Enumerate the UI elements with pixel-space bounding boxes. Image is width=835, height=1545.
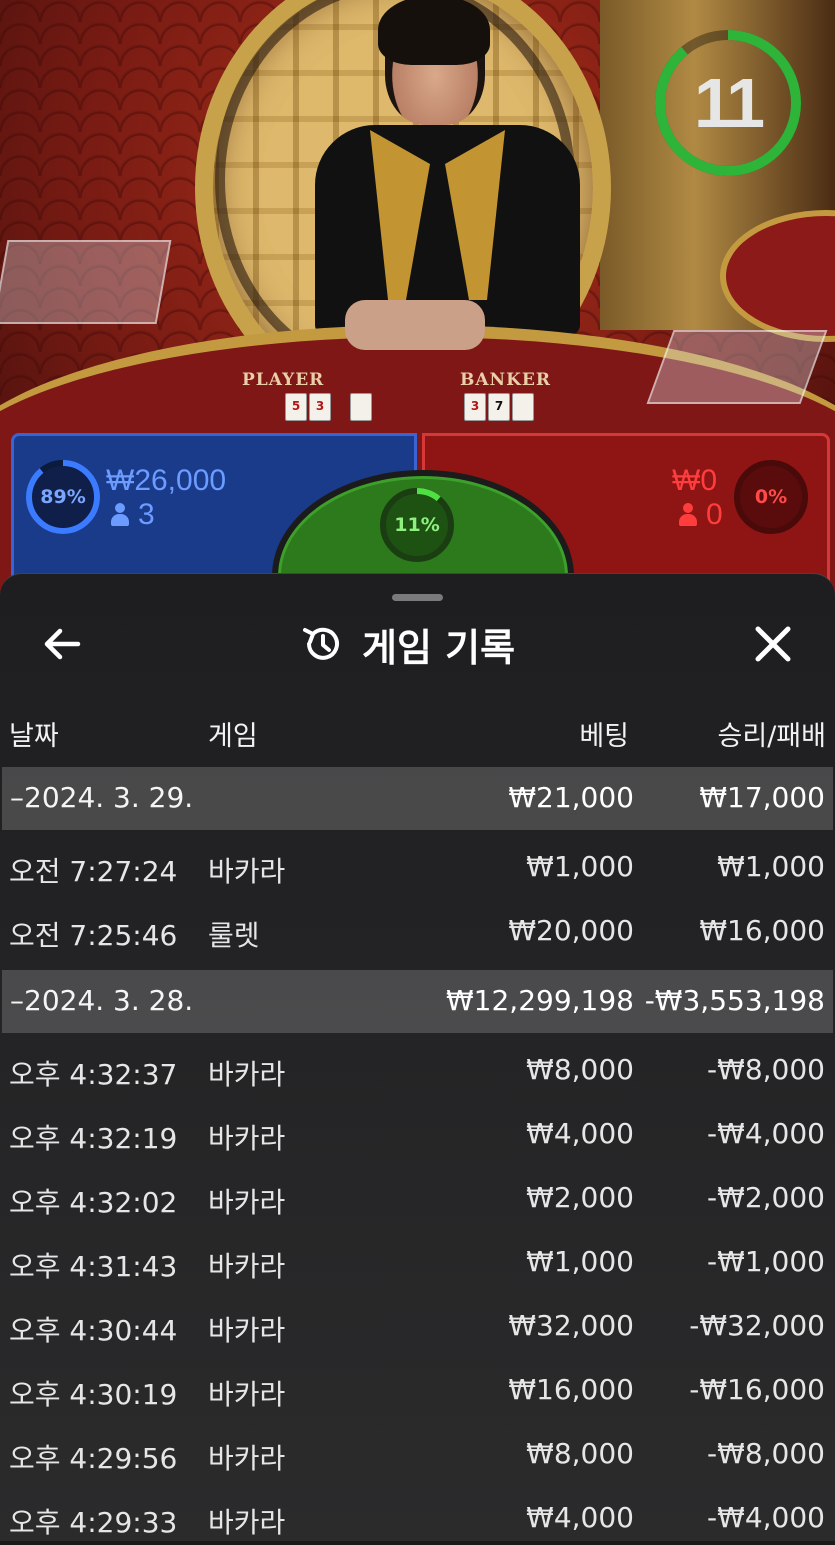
history-row-bet: ₩32,000: [508, 1309, 634, 1342]
history-row-result: ₩16,000: [699, 914, 825, 947]
banker-card: 3: [464, 393, 486, 421]
history-row-bet: ₩1,000: [526, 1245, 634, 1278]
history-row-bet: ₩1,000: [526, 850, 634, 883]
player-card-back: [350, 393, 372, 421]
history-row-game: 바카라: [208, 1314, 286, 1347]
history-row-game: 바카라: [208, 1442, 286, 1475]
history-row-result: -₩8,000: [707, 1437, 825, 1470]
history-row[interactable]: 오후 4:29:33 바카라 ₩4,000 -₩4,000: [0, 1481, 835, 1545]
history-row-game: 바카라: [208, 1058, 286, 1091]
close-button[interactable]: [748, 620, 798, 668]
history-row-game: 바카라: [208, 1506, 286, 1539]
date-group-label: –2024. 3. 28.: [10, 984, 194, 1017]
dealer-hands: [345, 300, 485, 350]
history-clock-icon: [303, 627, 339, 660]
history-row[interactable]: 오후 4:32:19 바카라 ₩4,000 -₩4,000: [0, 1097, 835, 1161]
date-group-bet-total: ₩21,000: [508, 781, 634, 814]
history-row[interactable]: 오후 4:32:02 바카라 ₩2,000 -₩2,000: [0, 1161, 835, 1225]
history-row-time: 오후 4:32:37: [9, 1058, 178, 1091]
table-label-player: PLAYER: [242, 370, 325, 390]
sheet-drag-handle[interactable]: [392, 594, 443, 601]
history-row-game: 바카라: [208, 1378, 286, 1411]
history-row-game: 바카라: [208, 1186, 286, 1219]
countdown-number: 11: [694, 64, 765, 142]
history-row-bet: ₩8,000: [526, 1437, 634, 1470]
history-row-game: 바카라: [208, 855, 286, 888]
date-group-label: –2024. 3. 29.: [10, 781, 194, 814]
history-row-result: -₩32,000: [689, 1309, 825, 1342]
history-row-bet: ₩16,000: [508, 1373, 634, 1406]
banker-percent: 0%: [754, 486, 788, 508]
banker-card-back: [512, 393, 534, 421]
history-row-result: -₩8,000: [707, 1053, 825, 1086]
banker-card: 7: [488, 393, 510, 421]
sheet-title-text: 게임 기록: [362, 625, 516, 670]
history-row-time: 오후 4:31:43: [9, 1250, 178, 1283]
history-row[interactable]: 오후 4:29:56 바카라 ₩8,000 -₩8,000: [0, 1417, 835, 1481]
history-row-time: 오후 4:30:44: [9, 1314, 178, 1347]
history-row-result: -₩2,000: [707, 1181, 825, 1214]
sheet-title: 게임 기록: [300, 618, 515, 670]
history-row-time: 오후 4:29:33: [9, 1506, 178, 1539]
history-row-bet: ₩8,000: [526, 1053, 634, 1086]
date-group-bet-total: ₩12,299,198: [445, 984, 634, 1017]
banker-bettor-count: 0: [678, 498, 723, 532]
history-row-time: 오후 4:32:02: [9, 1186, 178, 1219]
date-group-row[interactable]: –2024. 3. 28. ₩12,299,198 -₩3,553,198: [2, 970, 833, 1033]
history-row-time: 오후 4:30:19: [9, 1378, 178, 1411]
history-row-result: -₩4,000: [707, 1117, 825, 1150]
column-header-date: 날짜: [9, 721, 59, 752]
player-card: 5: [285, 393, 307, 421]
person-icon: [110, 503, 130, 527]
history-row-game: 바카라: [208, 1122, 286, 1155]
table-label-banker: BANKER: [460, 370, 551, 390]
history-row-time: 오전 7:27:24: [9, 855, 178, 888]
history-row-game: 룰렛: [208, 919, 260, 952]
column-header-bet: 베팅: [579, 721, 629, 752]
history-row-time: 오후 4:29:56: [9, 1442, 178, 1475]
history-row[interactable]: 오후 4:32:37 바카라 ₩8,000 -₩8,000: [0, 1033, 835, 1097]
history-row[interactable]: 오전 7:25:46 룰렛 ₩20,000 ₩16,000: [0, 894, 835, 958]
player-bettor-count: 3: [110, 498, 155, 532]
game-history-sheet: 게임 기록 날짜 게임 베팅 승리/패배 –2024. 3. 29. ₩21,00…: [0, 573, 835, 1541]
history-row-bet: ₩20,000: [508, 914, 634, 947]
tie-percent: 11%: [394, 514, 440, 536]
card-shoe-left: [0, 240, 172, 324]
history-row-bet: ₩4,000: [526, 1117, 634, 1150]
date-group-row[interactable]: –2024. 3. 29. ₩21,000 ₩17,000: [2, 767, 833, 830]
date-group-result-total: -₩3,553,198: [644, 984, 825, 1017]
arrow-left-icon: [44, 628, 81, 660]
close-icon: [755, 626, 791, 662]
history-row-bet: ₩2,000: [526, 1181, 634, 1214]
history-row-result: -₩1,000: [707, 1245, 825, 1278]
column-header-game: 게임: [208, 721, 258, 752]
player-bet-amount: ₩26,000: [106, 464, 227, 497]
history-row[interactable]: 오전 7:27:24 바카라 ₩1,000 ₩1,000: [0, 830, 835, 894]
player-card: 3: [309, 393, 331, 421]
history-row-result: -₩4,000: [707, 1501, 825, 1534]
history-row-game: 바카라: [208, 1250, 286, 1283]
person-icon: [678, 503, 698, 527]
column-header-result: 승리/패배: [717, 721, 826, 752]
back-button[interactable]: [38, 622, 86, 666]
history-row-bet: ₩4,000: [526, 1501, 634, 1534]
history-row-time: 오전 7:25:46: [9, 919, 178, 952]
dealer-hair: [378, 0, 490, 65]
banker-bet-amount: ₩0: [672, 464, 717, 497]
history-row-result: ₩1,000: [717, 850, 825, 883]
history-row-result: -₩16,000: [689, 1373, 825, 1406]
history-row[interactable]: 오후 4:30:19 바카라 ₩16,000 -₩16,000: [0, 1353, 835, 1417]
history-row[interactable]: 오후 4:31:43 바카라 ₩1,000 -₩1,000: [0, 1225, 835, 1289]
date-group-result-total: ₩17,000: [699, 781, 825, 814]
player-percent: 89%: [40, 486, 86, 508]
history-row[interactable]: 오후 4:30:44 바카라 ₩32,000 -₩32,000: [0, 1289, 835, 1353]
card-shoe-right: [646, 330, 828, 404]
history-row-time: 오후 4:32:19: [9, 1122, 178, 1155]
